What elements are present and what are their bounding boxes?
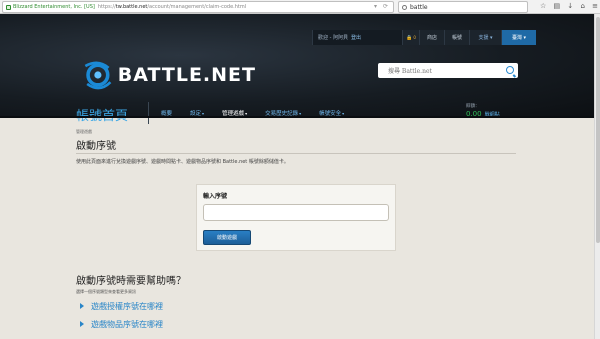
chevron-down-icon: ▾: [299, 111, 302, 116]
search-icon: [402, 4, 407, 10]
code-input[interactable]: [203, 204, 389, 221]
site-search-placeholder: 搜尋 Battle.net: [388, 68, 432, 75]
download-icon[interactable]: ↓: [567, 2, 573, 10]
browser-search-box[interactable]: battle: [398, 1, 528, 13]
region-selector[interactable]: 臺灣 ▾: [501, 30, 536, 45]
nav-link-account[interactable]: 帳號: [444, 30, 469, 45]
reload-icon[interactable]: ▾ ⟳: [374, 3, 390, 10]
nav-link-support[interactable]: 支援 ▾: [469, 30, 501, 45]
activate-button[interactable]: 啟動遊戲: [203, 230, 251, 245]
code-input-label: 輸入序號: [203, 193, 228, 200]
arrow-right-icon: [80, 321, 84, 327]
url-domain: tw.battle.net: [115, 4, 148, 10]
url-prefix: https://: [97, 4, 116, 10]
site-search-input[interactable]: 搜尋 Battle.net: [378, 63, 518, 78]
balance-value: 0.00: [466, 110, 482, 118]
balance-display: 餘額： 0.00 戰網點: [466, 103, 500, 118]
home-icon[interactable]: ⌂: [580, 2, 584, 10]
nav-link-store[interactable]: 商店: [419, 30, 444, 45]
nav-item-label: 帳號安全: [319, 111, 342, 117]
certificate-org[interactable]: Blizzard Entertainment, Inc. [US]: [13, 4, 95, 10]
battlenet-logo[interactable]: BATTLE.NET: [80, 51, 256, 99]
top-navigation: 歡迎 - 阿阿貝 登出 🔒 0 商店 帳號 支援 ▾ 臺灣 ▾: [312, 30, 536, 45]
account-greeting: 歡迎 - 阿阿貝: [318, 35, 348, 41]
browser-toolbar: Blizzard Entertainment, Inc. [US] https:…: [0, 0, 600, 14]
nav-item-label: 交易歷史記錄: [265, 111, 299, 117]
nav-item-label: 概要: [161, 111, 173, 117]
nav-item-overview[interactable]: 概要: [152, 109, 181, 117]
search-icon[interactable]: [506, 66, 514, 74]
claim-code-form: 輸入序號 啟動遊戲: [196, 184, 396, 251]
help-link-game-key[interactable]: 遊戲授權序號在哪裡: [80, 297, 163, 315]
divider: [76, 153, 516, 154]
section-description: 使用此頁面來進行兌換遊戲序號、遊戲時間點卡、遊戲物品序號和 Battle.net…: [76, 159, 289, 165]
main-content: 管理遊戲 啟動序號 使用此頁面來進行兌換遊戲序號、遊戲時間點卡、遊戲物品序號和 …: [0, 118, 600, 339]
address-bar[interactable]: Blizzard Entertainment, Inc. [US] https:…: [2, 1, 394, 13]
logout-link[interactable]: 登出: [351, 34, 361, 41]
battlenet-wordmark: BATTLE.NET: [117, 64, 256, 86]
library-icon[interactable]: ▤: [554, 2, 561, 10]
nav-item-security[interactable]: 帳號安全▾: [310, 109, 353, 117]
nav-item-label: 管理遊戲: [222, 111, 245, 117]
nav-item-settings[interactable]: 設定▾: [181, 109, 213, 117]
chevron-down-icon: ▾: [202, 111, 205, 116]
battlenet-emblem-icon: [84, 61, 112, 90]
help-heading: 啟動序號時需要幫助嗎？: [76, 276, 186, 287]
scrollbar-thumb[interactable]: [596, 17, 600, 243]
nav-item-transaction-history[interactable]: 交易歷史記錄▾: [256, 109, 310, 117]
balance-amount: 0.00 戰網點: [466, 110, 500, 118]
help-subtitle: 選擇一個序號類型來查看更多資訊: [76, 289, 136, 294]
mail-icon[interactable]: 🔒 0: [402, 30, 419, 45]
help-link-label: 遊戲授權序號在哪裡: [91, 301, 163, 311]
site-header: 歡迎 - 阿阿貝 登出 🔒 0 商店 帳號 支援 ▾ 臺灣 ▾ BATTLE.NE…: [0, 14, 600, 130]
chevron-down-icon: ▾: [245, 111, 248, 116]
main-navigation: 概要 設定▾ 管理遊戲▾ 交易歷史記錄▾ 帳號安全▾: [152, 109, 353, 130]
menu-icon[interactable]: ≡: [592, 2, 598, 10]
section-heading: 啟動序號: [76, 141, 116, 152]
url-path: /account/management/claim-code.html: [147, 4, 247, 10]
page-scrollbar[interactable]: [594, 14, 600, 339]
nav-item-manage-games[interactable]: 管理遊戲▾: [213, 109, 256, 130]
nav-item-label: 設定: [190, 111, 202, 117]
lock-icon: [6, 4, 11, 10]
mail-count: 0: [413, 35, 416, 40]
balance-label: 餘額：: [466, 104, 480, 109]
chevron-down-icon: ▾: [342, 111, 345, 116]
browser-search-text: battle: [410, 3, 428, 11]
breadcrumb[interactable]: 管理遊戲: [76, 129, 92, 135]
help-link-item-code[interactable]: 遊戲物品序號在哪裡: [80, 315, 163, 333]
account-menu[interactable]: 歡迎 - 阿阿貝 登出: [312, 30, 402, 45]
help-link-label: 遊戲物品序號在哪裡: [91, 319, 163, 329]
browser-toolbar-buttons: ☆ ▤ ↓ ⌂ ≡: [540, 2, 598, 10]
arrow-right-icon: [80, 303, 84, 309]
help-links: 遊戲授權序號在哪裡 遊戲物品序號在哪裡: [80, 297, 163, 333]
bookmark-star-icon[interactable]: ☆: [540, 2, 546, 10]
